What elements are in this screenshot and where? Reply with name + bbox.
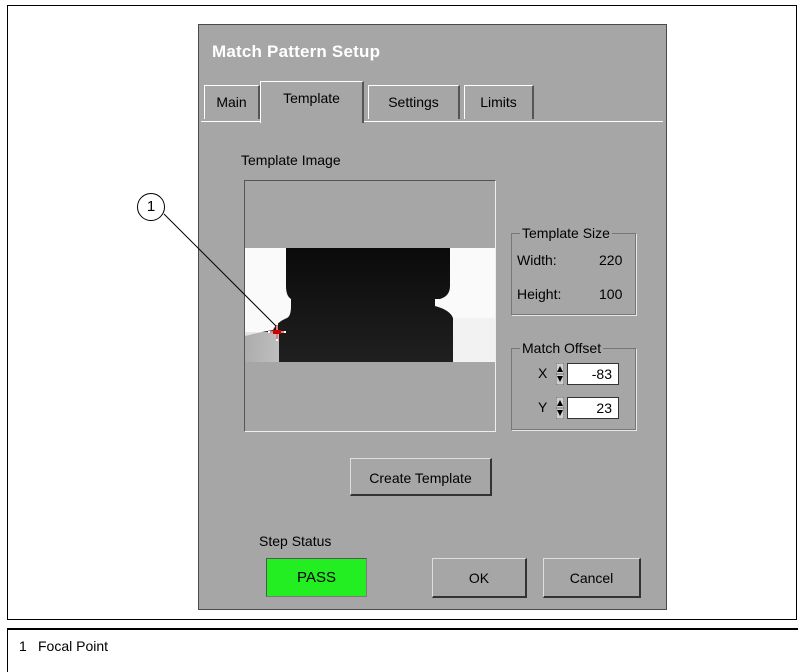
create-template-label: Create Template [369,470,472,486]
tab-template[interactable]: Template [260,81,364,123]
create-template-button[interactable]: Create Template [350,458,492,496]
height-value: 100 [599,286,623,302]
width-value: 220 [599,252,623,268]
tab-main-label: Main [216,94,247,110]
template-image-display[interactable] [244,180,496,432]
tab-main[interactable]: Main [204,85,260,119]
x-offset-input[interactable]: -83 [567,363,619,385]
template-image-label: Template Image [241,152,341,168]
tab-template-label: Template [283,90,340,106]
caption-text: Focal Point [38,638,109,654]
x-stepper-icon[interactable] [556,363,564,385]
height-label: Height: [517,286,562,302]
cancel-button[interactable]: Cancel [543,558,641,598]
ok-label: OK [468,570,490,586]
tab-settings-label: Settings [388,94,439,110]
tab-limits-label: Limits [480,94,517,110]
dialog-title: Match Pattern Setup [212,42,381,61]
match-offset-legend: Match Offset [520,340,604,356]
y-offset-input[interactable]: 23 [567,397,619,419]
figure-caption: 1 Focal Point [7,628,798,672]
template-image [245,248,495,362]
y-label: Y [538,399,548,415]
width-label: Width: [517,252,557,268]
x-label: X [538,365,548,381]
template-size-group: Template Size Width: 220 Height: 100 [511,225,636,315]
match-offset-group: Match Offset X -83 Y 23 [511,340,636,430]
focal-point-crosshair-icon[interactable] [267,322,287,342]
step-status-indicator: PASS [266,558,367,597]
step-status-value: PASS [297,569,336,586]
cancel-label: Cancel [569,570,614,586]
ok-button[interactable]: OK [432,558,527,598]
caption-number: 1 [19,638,27,654]
template-size-legend: Template Size [520,225,612,241]
match-pattern-setup-dialog: Match Pattern Setup Main Template Settin… [198,24,667,610]
tab-limits[interactable]: Limits [464,85,534,119]
step-status-label: Step Status [259,533,332,549]
tab-settings[interactable]: Settings [368,85,460,119]
y-stepper-icon[interactable] [556,397,564,419]
callout-marker: 1 [137,193,165,221]
